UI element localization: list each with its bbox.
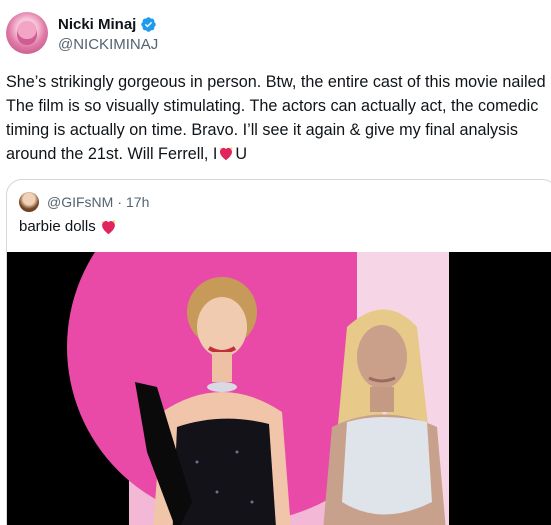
- author-name-row[interactable]: Nicki Minaj: [58, 16, 157, 33]
- quoted-time[interactable]: 17h: [126, 194, 149, 210]
- quoted-meta: @GIFsNM · 17h: [47, 194, 149, 210]
- tweet-header: Nicki Minaj @NICKIMINAJ: [6, 12, 546, 56]
- quoted-handle[interactable]: @GIFsNM: [47, 194, 113, 210]
- author-display-name[interactable]: Nicki Minaj: [58, 16, 136, 33]
- tweet-text: She’s strikingly gorgeous in person. Btw…: [6, 70, 551, 166]
- quoted-text: barbie dolls: [19, 218, 96, 235]
- tweet-text-tail: U: [235, 145, 248, 163]
- verified-badge-icon: [141, 17, 157, 32]
- quoted-separator: ·: [117, 194, 122, 210]
- sparkling-heart-icon: [101, 219, 116, 234]
- quoted-avatar[interactable]: [19, 192, 39, 212]
- profile-avatar[interactable]: [6, 12, 48, 54]
- barbie-photo-illustration: [7, 252, 551, 525]
- sparkling-heart-icon: [219, 147, 233, 161]
- tweet-text-body: She’s strikingly gorgeous in person. Btw…: [6, 73, 551, 163]
- quoted-media-photo[interactable]: [7, 252, 551, 525]
- author-handle[interactable]: @NICKIMINAJ: [58, 36, 158, 53]
- quoted-text-row: barbie dolls: [19, 218, 117, 235]
- quoted-tweet-card[interactable]: @GIFsNM · 17h barbie dolls: [6, 179, 551, 525]
